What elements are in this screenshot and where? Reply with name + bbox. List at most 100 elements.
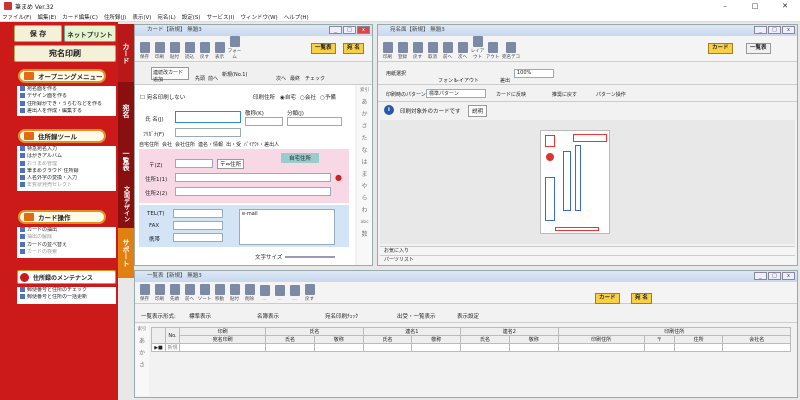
paper-select-button[interactable]: 用紙選択 xyxy=(386,70,406,77)
list-item[interactable]: 宛名面を作る xyxy=(17,86,116,93)
netprint-button[interactable]: ネットプリント xyxy=(64,25,116,42)
list-item[interactable]: 郵便番号と住所のチェック xyxy=(17,287,116,294)
kana-a[interactable]: あ xyxy=(135,336,149,348)
out-in-view-button[interactable]: 出受・一覧表示 xyxy=(397,312,436,320)
prev-button[interactable]: 前へ xyxy=(208,75,218,82)
menu-address-book[interactable]: 住所録(J) xyxy=(104,13,126,21)
fax-input[interactable] xyxy=(173,221,223,230)
tab-sent-received[interactable]: 出・受 xyxy=(226,141,241,148)
no-print-checkbox[interactable]: ☐ 宛名印刷しない xyxy=(140,93,185,101)
undo-tool-button[interactable]: 戻す xyxy=(302,284,317,302)
close-icon[interactable]: x xyxy=(357,26,370,34)
table-cell[interactable] xyxy=(722,343,791,352)
kana-ya[interactable]: や xyxy=(357,181,372,193)
minimize-icon[interactable]: _ xyxy=(754,272,767,280)
title-select[interactable] xyxy=(245,117,283,126)
table-cell[interactable] xyxy=(673,343,724,352)
col-joint2-title[interactable]: 敬称 xyxy=(508,335,559,344)
load-tool-button[interactable]: 読込 xyxy=(182,42,197,60)
mobile-input[interactable] xyxy=(173,233,223,242)
favorites-bar[interactable]: お気に入り xyxy=(380,246,795,255)
menu-atena[interactable]: 宛名(L) xyxy=(157,13,175,21)
list-item[interactable]: 筆まめクラウド 住所録 xyxy=(17,167,116,175)
col-joint1-name[interactable]: 氏名 xyxy=(362,335,413,344)
revert-recommended-button[interactable]: 推奨に戻す xyxy=(552,91,577,98)
save-button[interactable]: 保 存 xyxy=(14,25,62,42)
table-cell[interactable] xyxy=(508,343,559,352)
table-cell[interactable] xyxy=(460,343,510,352)
tab-home-address[interactable]: 自宅住所 xyxy=(139,141,159,148)
kana-ha[interactable]: は xyxy=(357,157,372,169)
minimize-icon[interactable]: _ xyxy=(329,26,342,34)
layout-tool-button[interactable]: レイアウト xyxy=(470,36,485,60)
col-print-address[interactable]: 印刷住所 xyxy=(557,335,645,344)
kana-abc[interactable]: abc xyxy=(357,217,372,229)
kana-a[interactable]: あ xyxy=(357,97,372,109)
print-tool-button[interactable]: 印刷 xyxy=(380,42,395,60)
paste-tool-button[interactable]: 貼付 xyxy=(167,42,182,60)
list-item[interactable]: カードの検索 xyxy=(17,248,116,256)
first-button[interactable]: 先頭 xyxy=(195,75,205,82)
col-joint1-title[interactable]: 敬称 xyxy=(411,335,462,344)
roster-view-button[interactable]: 名簿表示 xyxy=(257,312,279,320)
check-button[interactable]: チェック xyxy=(305,75,325,82)
save-tool-button[interactable]: 保存 xyxy=(137,284,152,302)
table-cell[interactable] xyxy=(362,343,413,352)
kana-wa[interactable]: わ xyxy=(357,205,372,217)
table-cell[interactable] xyxy=(313,343,364,352)
table-cell[interactable] xyxy=(178,343,267,352)
maximize-button[interactable]: □ xyxy=(740,0,770,12)
email-list[interactable]: e-mail xyxy=(239,209,335,245)
zip-input[interactable] xyxy=(175,159,213,168)
kana-ra[interactable]: ら xyxy=(357,193,372,205)
menu-window[interactable]: ウィンドウ(W) xyxy=(240,13,277,21)
address2-input[interactable] xyxy=(175,187,331,196)
company-radio[interactable]: ○会社 xyxy=(300,93,316,101)
prev-tool-button[interactable]: 前へ xyxy=(440,42,455,60)
form-tool-button[interactable]: フォーム xyxy=(227,36,242,60)
tel-input[interactable] xyxy=(173,209,223,218)
name-input[interactable] xyxy=(175,111,241,123)
list-item[interactable]: デザイン面を作る xyxy=(17,93,116,100)
menu-settings[interactable]: 設定(S) xyxy=(182,13,201,21)
kana-ta[interactable]: た xyxy=(357,133,372,145)
map-pin-icon[interactable]: ● xyxy=(335,173,342,182)
atena-view-button[interactable]: 宛 名 xyxy=(343,43,364,54)
col-atena-print[interactable]: 宛名印刷 xyxy=(178,335,267,344)
sort-tool-button[interactable]: ソート xyxy=(197,284,212,302)
address-tool-header[interactable]: 住所録ツール xyxy=(18,129,106,143)
register-tool-button[interactable]: 登録 xyxy=(395,42,410,60)
category-select[interactable] xyxy=(287,117,342,126)
col-name[interactable]: 氏名 xyxy=(265,335,315,344)
list-item[interactable]: 特急宛名入力 xyxy=(17,146,116,153)
menu-edit[interactable]: 編集(E) xyxy=(37,13,56,21)
move-tool-button[interactable]: 移動 xyxy=(212,284,227,302)
tab-card[interactable]: カード xyxy=(118,24,134,82)
row-checkbox[interactable]: ▶■ xyxy=(151,343,166,352)
col-joint2-name[interactable]: 氏名 xyxy=(460,335,510,344)
atena-print-button[interactable]: 宛名印刷 xyxy=(14,45,116,62)
standard-view-button[interactable]: 標準表示 xyxy=(189,312,211,320)
tab-company-address[interactable]: 会社住所 xyxy=(175,141,195,148)
table-row[interactable]: ▶■ 新規 xyxy=(151,343,791,352)
spare-radio[interactable]: ○予備 xyxy=(320,93,336,101)
list-item[interactable]: 住所録ができ・うらむなどを作る xyxy=(17,100,116,108)
kana-num[interactable]: 数 xyxy=(357,229,372,241)
postcard-preview[interactable] xyxy=(540,130,610,234)
card-ops-header[interactable]: カード操作 xyxy=(18,210,106,224)
print-tool-button[interactable]: 印刷 xyxy=(152,284,167,302)
layout-button[interactable]: レイアウト xyxy=(454,77,479,84)
first-tool-button[interactable]: 先頭 xyxy=(167,284,182,302)
pattern-select[interactable]: 標準パターン xyxy=(426,89,486,98)
display-settings-button[interactable]: 表示設定 xyxy=(457,312,479,320)
paste-tool-button[interactable]: 貼付 xyxy=(227,284,242,302)
view-tool-button[interactable]: 表示 xyxy=(212,42,227,60)
tab-list[interactable]: 一覧表 xyxy=(118,140,134,180)
save-tool-button[interactable]: 保存 xyxy=(137,42,152,60)
tab-atena[interactable]: 宛名 xyxy=(118,82,134,140)
list-item[interactable]: カードの並べ替え xyxy=(17,241,116,249)
table-cell[interactable] xyxy=(557,343,645,352)
address1-input[interactable] xyxy=(175,173,331,182)
card-view-button[interactable]: カード xyxy=(708,43,733,54)
menu-view[interactable]: 表示(V) xyxy=(132,13,151,21)
